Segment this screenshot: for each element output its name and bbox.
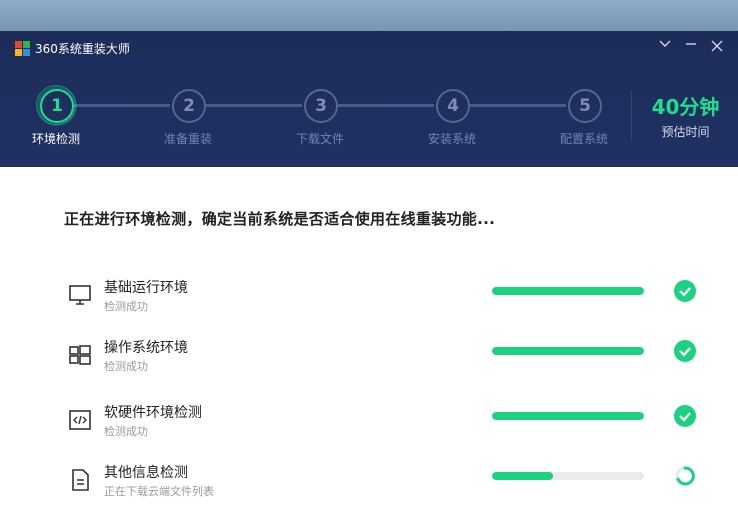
check-progress-track bbox=[492, 412, 644, 420]
step-2-label: 准备重装 bbox=[163, 132, 213, 146]
success-check-icon bbox=[674, 340, 696, 362]
check-title: 其他信息检测 bbox=[104, 465, 188, 481]
check-progress-track bbox=[492, 287, 644, 295]
windows-icon bbox=[68, 343, 92, 367]
step-2-circle: 2 bbox=[172, 89, 206, 123]
step-4-label: 安装系统 bbox=[427, 132, 477, 146]
check-title: 基础运行环境 bbox=[104, 280, 188, 296]
check-subtitle: 检测成功 bbox=[104, 425, 148, 438]
install-stepper: 1 2 3 4 5 环境检测 准备重装 下载文件 安装系统 配置系统 bbox=[0, 85, 738, 146]
step-connector bbox=[470, 104, 566, 107]
step-1-label: 环境检测 bbox=[31, 132, 81, 146]
app-logo-icon bbox=[15, 41, 30, 56]
check-title: 操作系统环境 bbox=[104, 340, 188, 356]
success-check-icon bbox=[674, 405, 696, 427]
app-title: 360系统重装大师 bbox=[35, 42, 130, 56]
step-3-label: 下载文件 bbox=[295, 132, 345, 146]
step-3-circle: 3 bbox=[304, 89, 338, 123]
check-progress-track bbox=[492, 347, 644, 355]
monitor-icon bbox=[68, 283, 92, 307]
check-title: 软硬件环境检测 bbox=[104, 405, 202, 421]
success-check-icon bbox=[674, 280, 696, 302]
check-progress-fill bbox=[492, 472, 553, 480]
status-heading: 正在进行环境检测，确定当前系统是否适合使用在线重装功能... bbox=[64, 210, 496, 228]
step-5-label: 配置系统 bbox=[559, 132, 609, 146]
check-progress-track bbox=[492, 472, 644, 480]
check-subtitle: 检测成功 bbox=[104, 300, 148, 313]
check-progress-fill bbox=[492, 347, 644, 355]
step-1-circle: 1 bbox=[36, 85, 76, 125]
app-window: 360系统重装大师 1 2 3 4 5 环境检测 准备重装 下载文件 安装系统 … bbox=[0, 31, 738, 514]
collapse-icon[interactable] bbox=[654, 35, 676, 57]
check-row: 基础运行环境 检测成功 bbox=[0, 277, 738, 321]
document-icon bbox=[68, 468, 92, 492]
step-5-circle: 5 bbox=[568, 89, 602, 123]
check-progress-fill bbox=[492, 412, 644, 420]
step-connector bbox=[206, 104, 302, 107]
minimize-icon[interactable] bbox=[680, 35, 702, 57]
check-row: 其他信息检测 正在下载云端文件列表 bbox=[0, 462, 738, 506]
code-icon bbox=[68, 408, 92, 432]
step-connector bbox=[74, 104, 170, 107]
estimate-label: 预估时间 bbox=[661, 125, 710, 139]
check-subtitle: 正在下载云端文件列表 bbox=[104, 485, 214, 498]
estimate-value: 40分钟 bbox=[651, 95, 720, 119]
loading-spinner-icon bbox=[674, 465, 696, 487]
check-row: 操作系统环境 检测成功 bbox=[0, 337, 738, 381]
desktop-background bbox=[0, 0, 738, 31]
step-4-circle: 4 bbox=[436, 89, 470, 123]
step-connector bbox=[338, 104, 434, 107]
window-header: 360系统重装大师 1 2 3 4 5 环境检测 准备重装 下载文件 安装系统 … bbox=[0, 31, 738, 167]
check-progress-fill bbox=[492, 287, 644, 295]
check-subtitle: 检测成功 bbox=[104, 360, 148, 373]
estimate-divider bbox=[631, 91, 632, 141]
close-icon[interactable] bbox=[706, 35, 728, 57]
check-row: 软硬件环境检测 检测成功 bbox=[0, 402, 738, 446]
